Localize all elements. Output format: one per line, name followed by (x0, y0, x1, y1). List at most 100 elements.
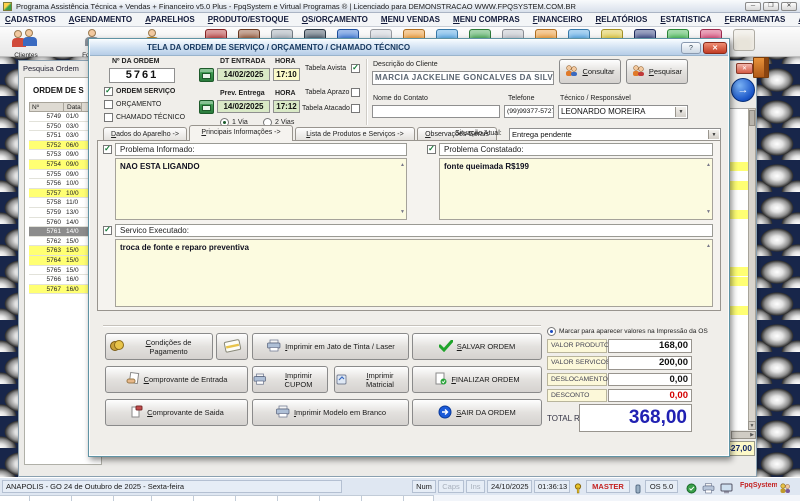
imprimir-jato-button[interactable]: Imprimir em Jato de Tinta / Laser (252, 333, 409, 360)
dialog-close-button[interactable]: ✕ (703, 42, 727, 54)
scroll-up-icon[interactable]: ▲ (400, 161, 405, 170)
form-separator (366, 59, 368, 125)
scroll-down-icon[interactable]: ▼ (706, 208, 711, 217)
client-desc-input[interactable]: MARCIA JACKELINE GONCALVES DA SILVA BE (372, 71, 554, 85)
telefone-label: Telefone (508, 95, 535, 102)
minimize-button[interactable]: ─ (745, 2, 761, 11)
chevron-down-icon[interactable]: ▼ (708, 130, 719, 139)
calendar-icon[interactable] (199, 68, 214, 82)
problema-informado-checkbox[interactable] (103, 145, 112, 154)
menu-item-relat-rios[interactable]: RELATÓRIOS (595, 15, 647, 24)
pesquisa-go-icon[interactable]: → (731, 78, 755, 102)
servico-executado-text: troca de fonte e reparo preventiva (120, 243, 249, 252)
imprimir-modelo-button[interactable]: Imprimir Modelo em Branco (252, 399, 409, 426)
desconto-value[interactable]: 0,00 (608, 389, 692, 402)
menu-item-agendamento[interactable]: AGENDAMENTO (69, 15, 132, 24)
servico-executado-checkbox[interactable] (103, 226, 112, 235)
scroll-up-icon[interactable]: ▲ (706, 242, 711, 251)
marcar-impressao-radio[interactable] (547, 327, 556, 336)
status-bar-row2 (0, 495, 800, 501)
search-people-icon (632, 64, 645, 79)
comprovante-entrada-button[interactable]: Comprovante de Entrada (105, 366, 248, 393)
menu-item-estatistica[interactable]: ESTATISTICA (660, 15, 711, 24)
order-number-input[interactable]: 5761 (109, 68, 175, 83)
finalizar-ordem-button[interactable]: FINALIZAR ORDEM (412, 366, 542, 393)
tabela-atacado-checkbox[interactable] (351, 104, 360, 113)
condicoes-pagamento-button[interactable]: Condições de Pagamento (105, 333, 213, 360)
status-caps: Caps (438, 480, 464, 493)
deslocamento-value[interactable]: 0,00 (608, 373, 692, 386)
problema-informado-textarea[interactable]: NAO ESTA LIGANDO ▲ ▼ (115, 158, 407, 220)
menu-item-produto-estoque[interactable]: PRODUTO/ESTOQUE (208, 15, 289, 24)
pesquisar-button[interactable]: Pesquisar (626, 59, 688, 84)
clients-icon[interactable] (12, 29, 40, 49)
comprovante-saida-button[interactable]: Comprovante de Saida (105, 399, 248, 426)
hora-entrada-input[interactable]: 17:10 (273, 68, 300, 81)
close-button[interactable]: ✕ (781, 2, 797, 11)
scroll-down-icon[interactable]: ▼ (400, 208, 405, 217)
chamado-tecnico-checkbox[interactable] (104, 113, 113, 122)
scroll-right-icon[interactable]: ▶ (731, 431, 756, 439)
menu-item-menu-compras[interactable]: MENU COMPRAS (453, 15, 520, 24)
chevron-down-icon[interactable]: ▼ (675, 107, 686, 117)
pesquisa-close-icon[interactable]: ✕ (736, 63, 753, 74)
dt-entrada-input[interactable]: 14/02/2025 (217, 68, 270, 81)
scroll-up-icon[interactable]: ▲ (706, 161, 711, 170)
note-icon[interactable] (733, 29, 755, 51)
pesquisa-scrollbar[interactable] (748, 108, 756, 430)
help-button[interactable]: ? (681, 42, 701, 54)
menu-item-aparelhos[interactable]: APARELHOS (145, 15, 195, 24)
consultar-button[interactable]: Consultar (559, 59, 621, 84)
tabela-aprazo-checkbox[interactable] (351, 88, 360, 97)
pesquisa-header: ORDEM DE S (33, 86, 84, 95)
menu-item-ferramentas[interactable]: FERRAMENTAS (725, 15, 786, 24)
imprimir-jato-label: Imprimir em Jato de Tinta / Laser (285, 342, 395, 351)
valor-servicos-value[interactable]: 200,00 (608, 356, 692, 370)
menu-bar: CADASTROS AGENDAMENTO APARELHOS PRODUTO/EST… (0, 13, 800, 27)
menu-item-cadastros[interactable]: CADASTROS (5, 15, 56, 24)
status-cell (278, 495, 320, 501)
tabela-avista-checkbox[interactable] (351, 64, 360, 73)
tab-principais-informacoes[interactable]: Principais Informações -> (189, 125, 293, 141)
exit-door-icon[interactable] (753, 57, 769, 78)
calendar-icon-2[interactable] (199, 100, 214, 114)
problema-constatado-text: fonte queimada R$199 (444, 162, 529, 171)
status-user: MASTER (586, 480, 630, 493)
col-data[interactable]: Data (64, 103, 82, 111)
menu-item-os-or-amento[interactable]: OS/ORÇAMENTO (302, 15, 368, 24)
prev-entrega-input[interactable]: 14/02/2025 (217, 100, 270, 113)
imprimir-matricial-button[interactable]: Imprimir Matricial (334, 366, 409, 393)
order-number-label: Nº DA ORDEM (112, 58, 160, 65)
status-cell (152, 495, 194, 501)
col-numero[interactable]: Nº (30, 103, 64, 111)
ordem-servico-checkbox[interactable] (104, 87, 113, 96)
highlighted-row-fragment (730, 181, 748, 190)
telefone-input[interactable]: (99)99377-5727 (504, 105, 554, 118)
servico-executado-textarea[interactable]: troca de fonte e reparo preventiva ▲ (115, 239, 713, 307)
tecnico-select[interactable]: LEONARDO MOREIRA ▼ (558, 105, 688, 119)
status-cell (114, 495, 152, 501)
finalizar-label: FINALIZAR ORDEM (451, 375, 520, 384)
status-cell (0, 495, 30, 501)
contato-input[interactable] (372, 105, 500, 118)
hora-entrada-label: HORA (275, 58, 296, 65)
orcamento-checkbox[interactable] (104, 100, 113, 109)
tab-dados-aparelho[interactable]: Dados do Aparelho -> (103, 127, 187, 141)
tab-lista-produtos[interactable]: Lista de Produtos e Serviços -> (295, 127, 415, 141)
sair-ordem-button[interactable]: SAIR DA ORDEM (412, 399, 542, 426)
prev-hora-input[interactable]: 17:12 (273, 100, 300, 113)
problema-constatado-checkbox[interactable] (427, 145, 436, 154)
valor-produtos-value[interactable]: 168,00 (608, 339, 692, 353)
card-button[interactable] (216, 333, 248, 360)
imprimir-cupom-button[interactable]: Imprimir CUPOM (252, 366, 328, 393)
menu-item-menu-vendas[interactable]: MENU VENDAS (381, 15, 440, 24)
problema-constatado-textarea[interactable]: fonte queimada R$199 ▲ ▼ (439, 158, 713, 220)
menu-item-financeiro[interactable]: FINANCEIRO (533, 15, 583, 24)
restore-button[interactable]: ❐ (763, 2, 779, 11)
salvar-ordem-button[interactable]: SALVAR ORDEM (412, 333, 542, 360)
marcar-impressao-label: Marcar para aparecer valores na Impressã… (559, 328, 708, 335)
consultar-label: Consultar (582, 67, 615, 76)
dialog-title: TELA DA ORDEM DE SERVIÇO / ORÇAMENTO / C… (90, 40, 728, 56)
scroll-down-icon[interactable]: ▼ (748, 421, 756, 430)
app-icon (3, 1, 12, 11)
